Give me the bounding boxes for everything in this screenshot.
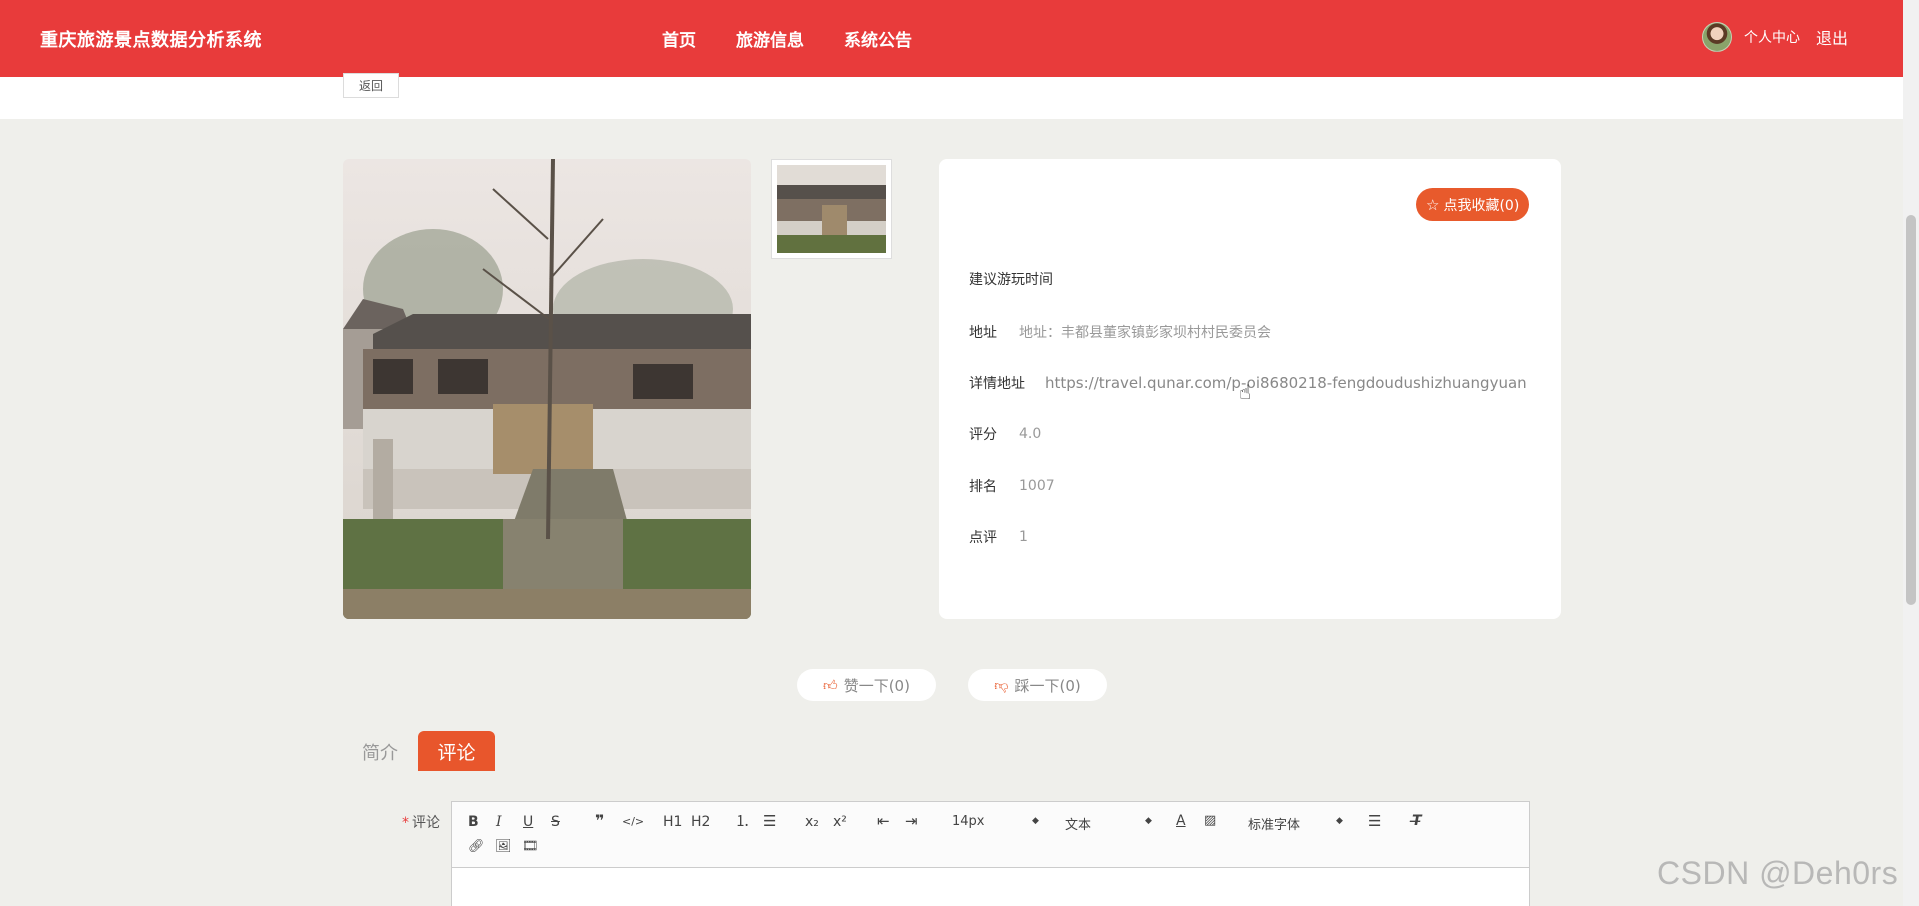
thumbs-down-icon: 👎︎ xyxy=(994,677,1009,694)
address-value: 地址：丰都县董家镇彭家坝村村民委员会 xyxy=(1019,325,1271,341)
attraction-main-image xyxy=(343,159,751,619)
like-button[interactable]: 👍︎ 赞一下(0) xyxy=(797,669,936,701)
thumbnail-image[interactable] xyxy=(771,159,892,259)
subscript-icon[interactable]: x₂ xyxy=(805,814,819,830)
reviews-value: 1 xyxy=(1019,529,1028,545)
italic-icon[interactable]: I xyxy=(496,814,502,830)
page-scrollbar[interactable] xyxy=(1903,0,1919,906)
video-icon[interactable]: 🎞︎ xyxy=(522,839,539,855)
heading2-icon[interactable]: H2 xyxy=(691,814,710,830)
detail-url-value[interactable]: https://travel.qunar.com/p-oi8680218-fen… xyxy=(1045,374,1527,392)
superscript-icon[interactable]: x² xyxy=(833,814,847,830)
bullet-list-icon[interactable]: ☰ xyxy=(763,813,776,829)
suggested-time-label: 建议游玩时间 xyxy=(969,272,1053,288)
dislike-label: 踩一下(0) xyxy=(1014,676,1081,695)
thumbs-up-icon: 👍︎ xyxy=(823,677,838,694)
top-band xyxy=(0,77,1903,119)
suggested-time-row: 建议游玩时间 xyxy=(969,269,1053,289)
favorite-label: 点我收藏(0) xyxy=(1443,197,1520,214)
background-color-icon[interactable]: ▨ xyxy=(1204,813,1216,829)
comment-label: * 评论 xyxy=(402,815,440,831)
site-title: 重庆旅游景点数据分析系统 xyxy=(40,30,262,51)
select-arrows-icon: ◆ xyxy=(1032,816,1039,826)
address-row: 地址 地址：丰都县董家镇彭家坝村村民委员会 xyxy=(969,322,1271,342)
image-icon[interactable]: 🖼︎ xyxy=(495,839,512,855)
back-button[interactable]: 返回 xyxy=(343,73,399,98)
strike-icon[interactable]: S xyxy=(551,814,560,830)
logout-link[interactable]: 退出 xyxy=(1816,25,1848,49)
star-icon: ☆ xyxy=(1426,195,1440,214)
reviews-row: 点评 1 xyxy=(969,527,1028,547)
font-family-select[interactable]: 标准字体 ◆ xyxy=(1248,814,1348,833)
rating-label: 评分 xyxy=(969,427,997,443)
hand-cursor-icon: ☝ xyxy=(1239,380,1252,404)
rank-value: 1007 xyxy=(1019,478,1055,494)
format-select[interactable]: 文本 ◆ xyxy=(1065,814,1153,833)
rating-row: 评分 4.0 xyxy=(969,424,1041,444)
blockquote-icon[interactable]: ❞ xyxy=(595,813,604,829)
outdent-icon[interactable]: ⇤ xyxy=(877,813,890,829)
tab-comments[interactable]: 评论 xyxy=(418,731,495,771)
clear-format-icon[interactable]: T̶ xyxy=(1412,813,1422,829)
select-arrows-icon: ◆ xyxy=(1336,816,1343,826)
scrollbar-thumb[interactable] xyxy=(1906,215,1916,605)
detail-url-label: 详情地址 xyxy=(969,376,1025,392)
font-size-select[interactable]: 14px ◆ xyxy=(952,814,1040,829)
align-icon[interactable]: ☰ xyxy=(1368,813,1381,829)
tab-intro[interactable]: 简介 xyxy=(362,739,398,765)
editor-toolbar: B I U S ❞ </> H1 H2 ⒈ ☰ x₂ x² ⇤ ⇥ 14px ◆… xyxy=(452,802,1529,868)
dislike-button[interactable]: 👎︎ 踩一下(0) xyxy=(968,669,1107,701)
main-nav: 首页 旅游信息 系统公告 xyxy=(662,26,912,51)
nav-announcement[interactable]: 系统公告 xyxy=(844,26,912,51)
rank-label: 排名 xyxy=(969,479,997,495)
top-header: 重庆旅游景点数据分析系统 首页 旅游信息 系统公告 个人中心 退出 xyxy=(0,0,1903,77)
avatar[interactable] xyxy=(1701,22,1732,52)
favorite-button[interactable]: ☆ 点我收藏(0) xyxy=(1416,188,1530,221)
rank-row: 排名 1007 xyxy=(969,476,1055,496)
required-mark: * xyxy=(402,815,409,831)
address-label: 地址 xyxy=(969,325,997,341)
bold-icon[interactable]: B xyxy=(468,814,479,830)
reviews-label: 点评 xyxy=(969,530,997,546)
select-arrows-icon: ◆ xyxy=(1145,816,1152,826)
ordered-list-icon[interactable]: ⒈ xyxy=(735,813,750,829)
rating-value: 4.0 xyxy=(1019,426,1042,442)
heading1-icon[interactable]: H1 xyxy=(663,814,682,830)
indent-icon[interactable]: ⇥ xyxy=(905,813,918,829)
user-center-link[interactable]: 个人中心 xyxy=(1744,27,1800,47)
nav-travel-info[interactable]: 旅游信息 xyxy=(736,26,804,51)
csdn-watermark: CSDN @Deh0rs xyxy=(1657,855,1899,891)
underline-icon[interactable]: U xyxy=(523,814,533,830)
comment-editor: B I U S ❞ </> H1 H2 ⒈ ☰ x₂ x² ⇤ ⇥ 14px ◆… xyxy=(451,801,1530,906)
user-area: 个人中心 退出 xyxy=(1701,22,1848,52)
nav-home[interactable]: 首页 xyxy=(662,26,696,51)
like-label: 赞一下(0) xyxy=(843,676,910,695)
font-color-icon[interactable]: A xyxy=(1176,813,1186,829)
code-icon[interactable]: </> xyxy=(622,814,644,830)
link-icon[interactable]: 🔗︎ xyxy=(468,839,485,855)
